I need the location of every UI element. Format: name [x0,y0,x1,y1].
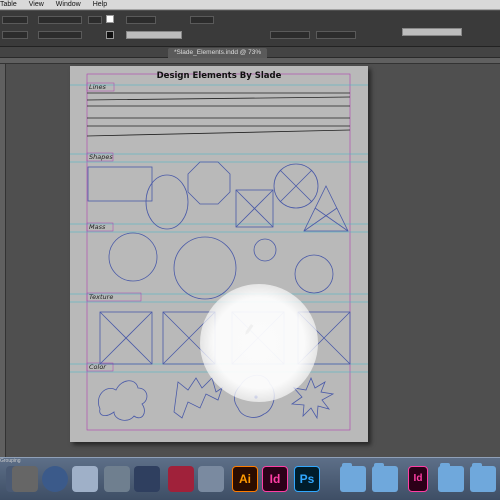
document-page[interactable]: Design Elements By Slade Lines Shapes Ma… [70,66,368,442]
scale-x-field[interactable] [88,16,102,24]
x-field[interactable] [2,31,28,39]
auto-fit-field[interactable] [316,31,356,39]
opacity-field[interactable] [190,16,214,24]
dock-app-font-icon[interactable] [12,466,38,492]
folder-icon[interactable] [372,463,398,492]
menu-view[interactable]: View [29,1,44,8]
dock-app-utility[interactable] [134,466,160,492]
menu-table[interactable]: Table [0,1,17,8]
menu-help[interactable]: Help [93,1,107,8]
color-blob-shape [98,380,148,421]
mass-circle-2 [173,236,237,300]
menu-bar: Table View Window Help [0,0,500,10]
section-label-shapes[interactable]: Shapes [89,153,113,161]
folder-icon[interactable] [340,463,366,492]
fill-swatch[interactable] [106,15,114,23]
texture-frame-2 [162,311,216,365]
stroke-type-dropdown[interactable] [126,31,182,39]
margin-guide [86,73,351,431]
lines-group [86,92,351,137]
dock-app-bird[interactable] [198,466,224,492]
ref-point-field[interactable] [2,16,28,24]
object-style-dropdown[interactable] [402,28,462,36]
shape-placeholder-square [235,189,274,228]
section-label-mass[interactable]: Mass [89,223,105,231]
stroke-weight-field[interactable] [126,16,156,24]
mass-circle-4 [294,254,334,294]
section-label-color[interactable]: Color [89,363,106,371]
texture-frame-3 [231,311,285,365]
dock-app-launchpad[interactable] [42,466,68,492]
section-label-lines[interactable]: Lines [89,83,106,91]
document-tab-bar: *Slade_Elements.indd @ 73% [0,47,500,58]
dock-app-video[interactable] [104,466,130,492]
indesign-icon[interactable]: Id [262,466,288,492]
texture-frame-1 [99,311,153,365]
mass-group [108,232,334,300]
mass-circle-1 [108,232,158,282]
shape-ellipse [145,174,189,230]
line-2 [86,96,351,101]
mass-circle-3 [253,238,277,262]
shape-octagon [187,161,231,205]
photoshop-icon[interactable]: Ps [294,466,320,492]
stroke-swatch[interactable] [106,31,114,39]
dock-status-text: Grouping [0,458,21,464]
control-panel [0,11,500,47]
color-jagged-shape [173,377,223,419]
line-6 [86,129,351,137]
color-dot [254,395,258,399]
texture-group [99,311,351,365]
effects-field[interactable] [270,31,310,39]
folder-icon[interactable] [470,463,496,492]
menu-window[interactable]: Window [56,1,81,8]
w-field[interactable] [38,16,82,24]
color-starburst [290,376,335,420]
ruler-guides [70,84,368,373]
dock-app-preview[interactable] [72,466,98,492]
dock: Grouping Ai Id Ps Id [0,457,500,500]
document-tab[interactable]: *Slade_Elements.indd @ 73% [168,48,268,58]
shape-placeholder-circle [273,163,319,209]
illustrator-icon[interactable]: Ai [232,466,258,492]
h-field[interactable] [38,31,82,39]
section-label-texture[interactable]: Texture [89,293,113,301]
folder-icon[interactable] [438,463,464,492]
color-irregular-circle [234,374,275,418]
page-artwork [70,73,368,431]
dock-app-photo-booth[interactable] [168,466,194,492]
shapes-group [87,161,349,232]
texture-frame-4 [297,311,351,365]
color-group [98,374,335,421]
page-title[interactable]: Design Elements By Slade [70,71,368,81]
indesign-doc-icon[interactable]: Id [408,466,428,492]
shape-rectangle [87,166,153,202]
